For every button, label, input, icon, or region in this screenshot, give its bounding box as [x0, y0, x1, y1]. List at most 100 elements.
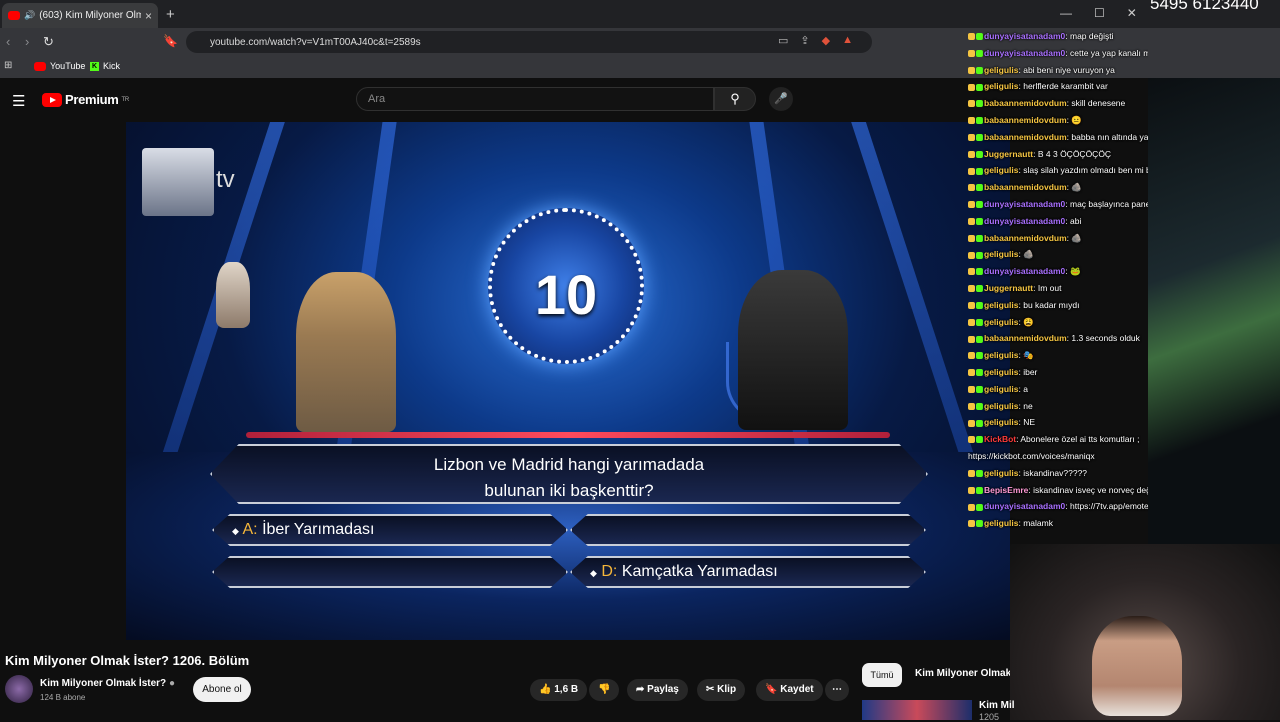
bookmark-youtube[interactable]: YouTube: [34, 61, 85, 71]
chat-username[interactable]: Juggernautt: [984, 149, 1033, 159]
chat-username[interactable]: geligulis: [984, 367, 1018, 377]
chat-text: 🎭: [1023, 350, 1034, 361]
subscribe-button[interactable]: Abone ol: [193, 677, 251, 702]
chat-username[interactable]: dunyayisatanadam0: [984, 501, 1065, 511]
voice-search-button[interactable]: 🎤: [769, 87, 793, 111]
chat-username[interactable]: geligulis: [984, 417, 1018, 427]
new-tab-button[interactable]: +: [166, 6, 175, 23]
chat-username[interactable]: babaannemidovdum: [984, 333, 1067, 343]
chat-message: babaannemidovdum: babba nın altında yazı…: [968, 129, 1148, 146]
chat-message: Juggernautt: Im out: [968, 280, 1148, 297]
chat-username[interactable]: geligulis: [984, 350, 1018, 360]
chat-message: geligulis: NE: [968, 414, 1148, 431]
chat-username[interactable]: babaannemidovdum: [984, 233, 1067, 243]
chat-message: dunyayisatanadam0: cette ya yap kanalı m…: [968, 45, 1148, 62]
chat-badge-icon: [968, 167, 975, 175]
close-window-icon[interactable]: ✕: [1127, 6, 1137, 20]
hamburger-menu-icon[interactable]: ☰: [12, 92, 25, 110]
share-icon[interactable]: ⇪: [800, 34, 809, 47]
timer-bar: [246, 432, 890, 438]
audience-member: [216, 262, 250, 328]
chat-text: 1.3 seconds olduk: [1071, 333, 1140, 344]
minimize-icon[interactable]: —: [1060, 6, 1072, 20]
channel-avatar[interactable]: [5, 675, 33, 703]
thumbs-up-icon: 👍: [539, 684, 552, 695]
shield-icon[interactable]: ◆: [822, 34, 830, 47]
chat-message: dunyayisatanadam0: 🐸: [968, 263, 1148, 280]
reload-icon[interactable]: ↻: [43, 34, 54, 50]
chat-username[interactable]: geligulis: [984, 317, 1018, 327]
recommended-thumbnail[interactable]: [862, 700, 972, 720]
channel-watermark: tv: [216, 166, 235, 193]
browser-tab[interactable]: 🔊 (603) Kim Milyoner Olmak İster? ×: [2, 3, 158, 28]
chat-username[interactable]: geligulis: [984, 468, 1018, 478]
chat-text: 🪨: [1071, 182, 1082, 193]
channel-name[interactable]: Kim Milyoner Olmak İster? ●: [40, 678, 175, 689]
chat-text: slaş silah yazdım olmadı ben mi bozugum …: [1023, 165, 1148, 176]
chat-username[interactable]: dunyayisatanadam0: [984, 216, 1065, 226]
clip-label: Klip: [717, 684, 737, 695]
close-tab-icon[interactable]: ×: [145, 9, 152, 23]
chat-username[interactable]: KickBot: [984, 434, 1016, 444]
chat-badge-icon: [968, 201, 975, 209]
chat-username[interactable]: babaannemidovdum: [984, 98, 1067, 108]
chat-message: geligulis: a: [968, 381, 1148, 398]
chat-username[interactable]: babaannemidovdum: [984, 132, 1067, 142]
dislike-button[interactable]: 👎: [589, 679, 620, 701]
chat-text: map değişti: [1070, 31, 1114, 41]
cast-icon[interactable]: ▭: [778, 34, 788, 47]
share-button[interactable]: ➦ Paylaş: [627, 679, 688, 701]
clip-button[interactable]: ✂ Klip: [697, 679, 746, 701]
apps-grid-icon[interactable]: ⊞: [4, 60, 12, 71]
search-input[interactable]: Ara: [356, 87, 714, 111]
bookmark-kick[interactable]: K Kick: [90, 61, 120, 71]
video-player[interactable]: tv 10 Lizbon ve Madrid hangi yarımadada …: [126, 122, 1010, 640]
chat-username[interactable]: geligulis: [984, 81, 1018, 91]
chat-message: babaannemidovdum: 🪨: [968, 179, 1148, 196]
chat-text: bu kadar mıydı: [1023, 299, 1080, 310]
chat-username[interactable]: geligulis: [984, 518, 1018, 528]
chat-username[interactable]: babaannemidovdum: [984, 115, 1067, 125]
chat-username[interactable]: dunyayisatanadam0: [984, 199, 1065, 209]
chat-badge-icon: [968, 83, 975, 91]
maximize-icon[interactable]: ☐: [1094, 6, 1105, 20]
chat-badge-icon: [968, 419, 975, 427]
recommended-subtitle: 1205: [979, 712, 1000, 722]
alert-icon[interactable]: ▲: [842, 34, 853, 47]
logo-text: Premium: [65, 92, 119, 107]
chat-badge-icon: [968, 134, 975, 142]
chat-badge-icon: [968, 50, 975, 58]
recommended-title[interactable]: Kim Mil: [979, 700, 1015, 711]
chat-username[interactable]: BepisEmre: [984, 485, 1028, 495]
forward-icon[interactable]: ›: [25, 34, 29, 49]
chat-username[interactable]: geligulis: [984, 401, 1018, 411]
filter-chip-all[interactable]: Tümü: [862, 663, 902, 687]
youtube-premium-logo[interactable]: Premium TR: [42, 92, 129, 107]
answer-d: ◆ D: Kamçatka Yarımadası: [570, 556, 926, 588]
chat-badge-icon: [968, 285, 975, 293]
chat-badge-icon: [976, 419, 983, 427]
chat-message: geligulis: herlflerde karambit var: [968, 78, 1148, 95]
like-button[interactable]: 👍 1,6 B: [530, 679, 588, 701]
chat-username[interactable]: babaannemidovdum: [984, 182, 1067, 192]
back-icon[interactable]: ‹: [6, 34, 10, 49]
chat-username[interactable]: geligulis: [984, 249, 1018, 259]
chat-username[interactable]: geligulis: [984, 300, 1018, 310]
stream-chat: dunyayisatanadam0: map değişti dunyayisat…: [968, 28, 1148, 544]
chat-username[interactable]: geligulis: [984, 165, 1018, 175]
chat-username[interactable]: Juggernautt: [984, 283, 1033, 293]
chat-username[interactable]: dunyayisatanadam0: [984, 31, 1065, 41]
chat-message: BepisEmre: iskandinav isveç ve norveç de…: [968, 482, 1148, 499]
chat-username[interactable]: geligulis: [984, 65, 1018, 75]
url-field[interactable]: youtube.com/watch?v=V1mT00AJ40c&t=2589s: [186, 31, 872, 53]
chat-username[interactable]: geligulis: [984, 384, 1018, 394]
bookmark-icon[interactable]: 🔖: [163, 34, 178, 48]
save-button[interactable]: 🔖 Kaydet: [756, 679, 823, 701]
bookmark-youtube-label: YouTube: [50, 61, 86, 71]
filter-chip-channel[interactable]: Kim Milyoner Olmak İster?: [915, 668, 1010, 679]
search-button[interactable]: ⚲: [714, 87, 756, 111]
chat-username[interactable]: dunyayisatanadam0: [984, 48, 1065, 58]
share-label: Paylaş: [647, 684, 679, 695]
more-actions-button[interactable]: ⋯: [825, 679, 849, 701]
chat-username[interactable]: dunyayisatanadam0: [984, 266, 1065, 276]
